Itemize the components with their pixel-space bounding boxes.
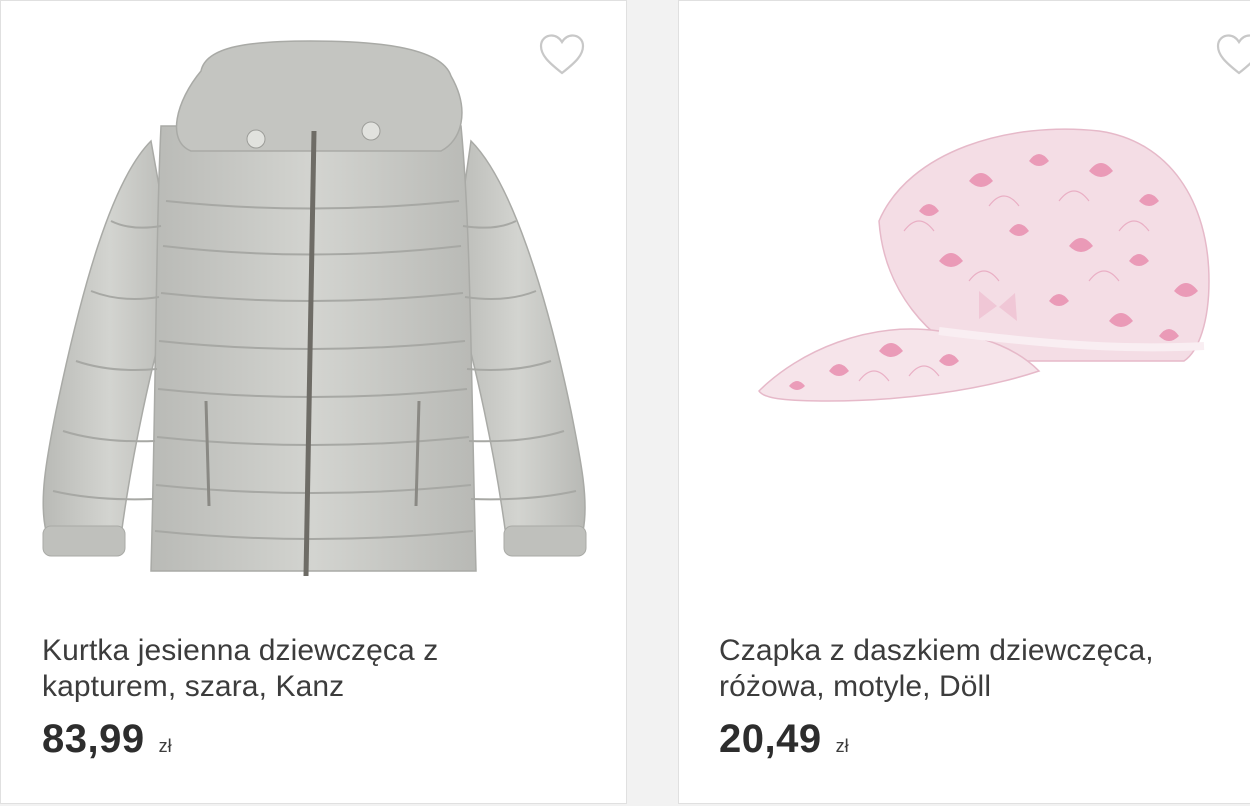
price-value: 20,49 — [719, 717, 822, 761]
product-price: 83,99 zł — [42, 717, 172, 762]
product-card[interactable]: Czapka z daszkiem dziewczęca, różowa, mo… — [678, 0, 1250, 804]
product-title[interactable]: Kurtka jesienna dziewczęca z kapturem, s… — [42, 633, 562, 705]
product-title[interactable]: Czapka z daszkiem dziewczęca, różowa, mo… — [719, 633, 1239, 705]
product-image-cap[interactable] — [679, 31, 1250, 601]
price-currency: zł — [158, 736, 172, 756]
price-currency: zł — [835, 736, 849, 756]
product-grid: Kurtka jesienna dziewczęca z kapturem, s… — [0, 0, 1250, 806]
product-price: 20,49 zł — [719, 717, 849, 762]
product-card[interactable]: Kurtka jesienna dziewczęca z kapturem, s… — [0, 0, 627, 804]
product-image-jacket[interactable] — [1, 31, 626, 601]
price-value: 83,99 — [42, 717, 145, 761]
